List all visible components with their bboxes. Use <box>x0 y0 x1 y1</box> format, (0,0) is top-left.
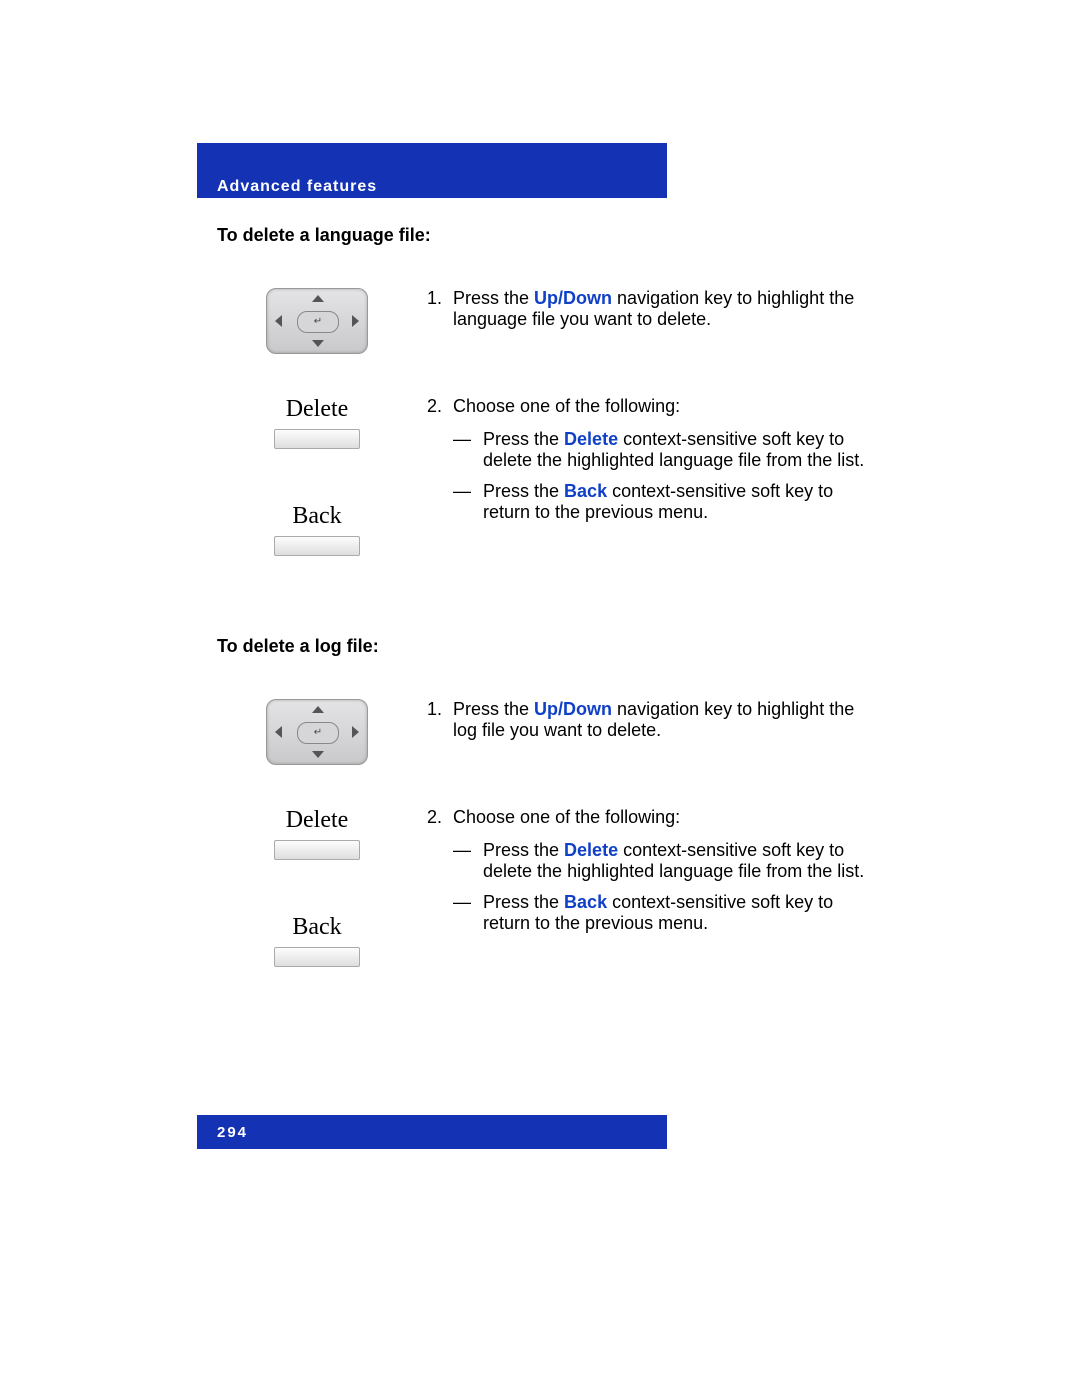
footer-band: 294 <box>197 1115 667 1149</box>
delete-softkey-group: Delete <box>274 396 360 449</box>
page-number: 294 <box>217 1124 248 1141</box>
delete-softkey-button-icon <box>274 429 360 449</box>
back-softkey-group: Back <box>274 914 360 967</box>
back-softkey-button-icon <box>274 947 360 967</box>
dash: — <box>453 481 483 523</box>
back-softkey-label: Back <box>292 914 341 941</box>
delete-softkey-label: Delete <box>286 396 349 423</box>
keyword-updown: Up/Down <box>534 699 612 719</box>
delete-softkey-label: Delete <box>286 807 349 834</box>
section2-step2-row: Delete Back 2. Choose one of the followi… <box>217 807 877 997</box>
delete-softkey-group: Delete <box>274 807 360 860</box>
delete-softkey-button-icon <box>274 840 360 860</box>
section2-title: To delete a log file: <box>217 636 877 657</box>
text: Press the <box>483 429 564 449</box>
step2a-text: Press the Delete context-sensitive soft … <box>483 429 877 471</box>
step2b-text: Press the Back context-sensitive soft ke… <box>483 892 877 934</box>
text: Press the <box>483 840 564 860</box>
text: Press the <box>483 892 564 912</box>
section2-step1-row: ↵ 1. Press the Up/Down navigation key to… <box>217 699 877 765</box>
keyword-updown: Up/Down <box>534 288 612 308</box>
step2-intro: Choose one of the following: <box>453 807 877 828</box>
step2a-text: Press the Delete context-sensitive soft … <box>483 840 877 882</box>
navigation-key-icon: ↵ <box>266 699 368 765</box>
text: Press the <box>453 288 534 308</box>
navigation-key-icon: ↵ <box>266 288 368 354</box>
section1-step2-row: Delete Back 2. Choose one of the followi… <box>217 396 877 586</box>
dash: — <box>453 892 483 934</box>
list-number: 1. <box>427 288 453 330</box>
back-softkey-button-icon <box>274 536 360 556</box>
keyword-back: Back <box>564 481 607 501</box>
section-header: Advanced features <box>217 178 377 196</box>
step1-text: Press the Up/Down navigation key to high… <box>453 699 877 741</box>
content-area: To delete a language file: ↵ 1. Press th… <box>217 225 877 997</box>
text: Press the <box>453 699 534 719</box>
text: Press the <box>483 481 564 501</box>
back-softkey-label: Back <box>292 503 341 530</box>
list-number: 2. <box>427 807 453 828</box>
step2b-text: Press the Back context-sensitive soft ke… <box>483 481 877 523</box>
keyword-back: Back <box>564 892 607 912</box>
keyword-delete: Delete <box>564 429 618 449</box>
dash: — <box>453 840 483 882</box>
list-number: 2. <box>427 396 453 417</box>
step1-text: Press the Up/Down navigation key to high… <box>453 288 877 330</box>
back-softkey-group: Back <box>274 503 360 556</box>
list-number: 1. <box>427 699 453 741</box>
section1-title: To delete a language file: <box>217 225 877 246</box>
dash: — <box>453 429 483 471</box>
section1-step1-row: ↵ 1. Press the Up/Down navigation key to… <box>217 288 877 354</box>
step2-intro: Choose one of the following: <box>453 396 877 417</box>
document-page: Advanced features To delete a language f… <box>0 0 1080 1397</box>
keyword-delete: Delete <box>564 840 618 860</box>
